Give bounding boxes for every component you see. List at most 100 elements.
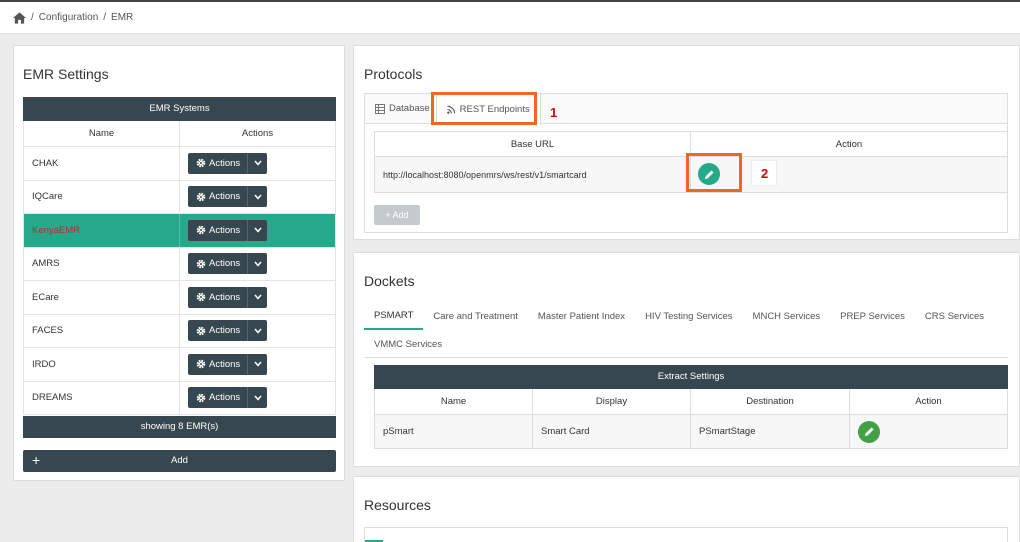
dockets-tabs-row-2: VMMC Services [364, 331, 1008, 358]
emr-row[interactable]: AMRS Actions [23, 247, 336, 281]
tab-docket[interactable]: Care and Treatment [423, 303, 528, 330]
actions-dropdown-button[interactable]: Actions [188, 152, 267, 174]
tab-docket[interactable]: MNCH Services [743, 303, 831, 330]
annotation-number-1: 1 [550, 105, 558, 120]
emr-row[interactable]: ECare Actions [23, 281, 336, 315]
annotation-number-2: 2 [761, 166, 769, 181]
gear-icon [196, 192, 206, 202]
actions-dropdown-button[interactable]: Actions [188, 186, 267, 208]
breadcrumb-emr: EMR [111, 12, 134, 23]
gear-icon [196, 393, 206, 403]
emr-row[interactable]: CHAK Actions [23, 147, 336, 181]
tab-docket[interactable]: PSMART [364, 303, 424, 330]
tab-docket[interactable]: PREP Services [830, 303, 915, 330]
chevron-down-icon [247, 253, 267, 275]
dockets-tabs-row-1: PSMART Care and Treatment Master Patient I… [364, 303, 1008, 330]
actions-dropdown-button[interactable]: Actions [188, 387, 267, 409]
emr-row[interactable]: DREAMS Actions [23, 381, 336, 415]
column-header-destination: Destination [691, 389, 850, 414]
column-header-name: Name [24, 121, 180, 146]
extract-display: Smart Card [533, 415, 691, 448]
actions-dropdown-button[interactable]: Actions [188, 253, 267, 275]
column-header-base-url: Base URL [375, 132, 691, 156]
emr-name: DREAMS [24, 381, 180, 414]
emr-actions-cell: Actions [180, 382, 335, 415]
emr-settings-panel: EMR Settings EMR Systems Name Actions CH… [13, 45, 345, 481]
add-endpoint-button[interactable]: + Add [374, 205, 420, 225]
tab-docket[interactable]: VMMC Services [364, 331, 452, 357]
gear-icon [196, 359, 206, 369]
extract-settings-header: Extract Settings [374, 365, 1008, 389]
emr-name: ECare [24, 281, 180, 314]
chevron-down-icon [247, 353, 267, 375]
extract-settings-table: Name Display Destination Action pSmart S… [374, 389, 1008, 449]
database-icon [375, 103, 385, 114]
emr-name: AMRS [24, 247, 180, 280]
gear-icon [196, 326, 206, 336]
add-emr-button[interactable]: + Add [23, 450, 336, 472]
emr-actions-cell: Actions [180, 348, 335, 381]
tab-docket[interactable]: CRS Services [915, 303, 994, 330]
chevron-down-icon [247, 186, 267, 208]
tab-database-label: Database [389, 103, 430, 114]
column-header-action: Action [915, 396, 942, 407]
gear-icon [196, 259, 206, 269]
actions-dropdown-button[interactable]: Actions [188, 320, 267, 342]
chevron-down-icon [247, 219, 267, 241]
pencil-icon [864, 427, 874, 437]
actions-dropdown-button[interactable]: Actions [188, 219, 267, 241]
emr-settings-title: EMR Settings [23, 66, 109, 82]
dockets-title: Dockets [364, 273, 415, 289]
actions-label: Actions [209, 325, 241, 337]
extract-header-row: Name Display Destination Action [375, 389, 1007, 415]
chevron-down-icon [247, 387, 267, 409]
actions-dropdown-button[interactable]: Actions [188, 286, 267, 308]
emr-count-footer: showing 8 EMR(s) [23, 416, 336, 438]
breadcrumb-configuration[interactable]: Configuration [39, 12, 98, 23]
extract-name: pSmart [375, 415, 533, 448]
actions-label: Actions [209, 392, 241, 404]
home-icon[interactable] [13, 11, 26, 24]
emr-name: KenyaEMR [24, 214, 180, 247]
extract-action-cell [850, 415, 1007, 448]
emr-systems-header: EMR Systems [23, 97, 336, 121]
emr-row[interactable]: IQCare Actions [23, 180, 336, 214]
chevron-down-icon [247, 320, 267, 342]
highlight-box-rest-endpoints [431, 92, 537, 125]
gear-icon [196, 158, 206, 168]
emr-actions-cell: Actions [180, 181, 335, 214]
emr-row[interactable]: IRDO Actions [23, 348, 336, 382]
tab-database[interactable]: Database [365, 94, 440, 123]
actions-label: Actions [209, 224, 241, 236]
emr-name: FACES [24, 314, 180, 347]
emr-row[interactable]: FACES Actions [23, 314, 336, 348]
chevron-down-icon [247, 286, 267, 308]
gear-icon [196, 225, 206, 235]
edit-extract-button[interactable] [858, 420, 880, 443]
tab-docket[interactable]: HIV Testing Services [635, 303, 742, 330]
actions-label: Actions [209, 157, 241, 169]
emr-actions-cell: Actions [180, 248, 335, 281]
emr-actions-cell: Actions [180, 281, 335, 314]
column-header-actions: Actions [241, 128, 274, 139]
actions-label: Actions [209, 291, 241, 303]
actions-label: Actions [209, 258, 241, 270]
actions-label: Actions [209, 358, 241, 370]
emr-table-header-row: Name Actions [23, 121, 336, 147]
gear-icon [196, 292, 206, 302]
base-url-value: http://localhost:8080/openmrs/ws/rest/v1… [375, 157, 691, 192]
emr-name: CHAK [24, 147, 180, 180]
emr-name: IRDO [24, 348, 180, 381]
emr-row[interactable]: KenyaEMR Actions [23, 214, 336, 248]
chevron-down-icon [247, 152, 267, 174]
emr-actions-cell: Actions [180, 214, 335, 247]
breadcrumb: / Configuration / EMR [0, 0, 1020, 34]
tab-docket[interactable]: Master Patient Index [528, 303, 635, 330]
emr-rows: CHAK Actions IQCare Actions KenyaEMR Actions A… [23, 147, 336, 415]
protocols-panel: Protocols Database REST Endpoints Base U… [353, 45, 1020, 240]
column-header-name: Name [375, 389, 533, 414]
actions-dropdown-button[interactable]: Actions [188, 353, 267, 375]
highlight-box-edit-button [686, 153, 742, 192]
resources-tab-container [364, 527, 1008, 542]
emr-actions-cell: Actions [180, 315, 335, 348]
